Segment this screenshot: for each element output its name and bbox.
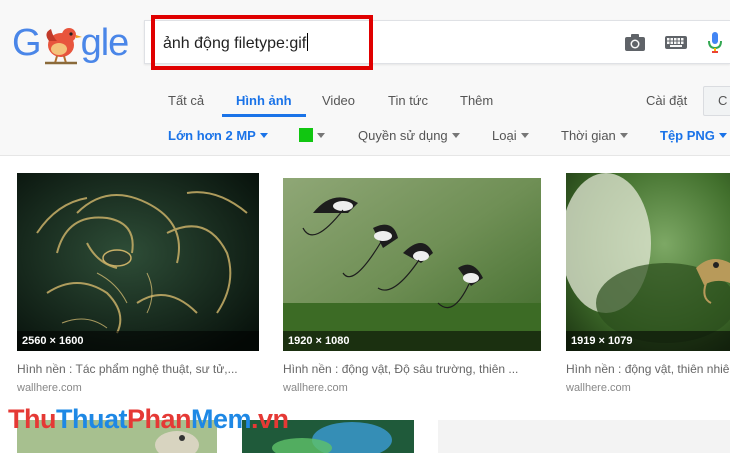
filter-size[interactable]: Lớn hơn 2 MP (168, 128, 268, 143)
image-dimensions-badge: 1920 × 1080 (283, 331, 541, 351)
logo-letters-gle: gle (80, 22, 130, 64)
microphone-icon[interactable] (703, 30, 727, 54)
chevron-down-icon (317, 133, 325, 138)
chevron-down-icon (619, 133, 628, 138)
watermark-part: Phan (126, 404, 192, 434)
tools-button[interactable]: C (703, 86, 730, 116)
filter-file-type-label: Tệp PNG (660, 128, 715, 143)
result-caption[interactable]: Hình nền : động vật, thiên nhiê (566, 362, 730, 376)
result-thumbnail-birds[interactable]: 1920 × 1080 (283, 178, 541, 351)
chevron-down-icon (451, 133, 460, 138)
bird-doodle-icon (39, 19, 83, 67)
keyboard-icon[interactable] (664, 30, 688, 54)
filter-type[interactable]: Loại (492, 128, 529, 143)
site-watermark: ThuThuatPhanMem.vn (8, 404, 289, 435)
image-result[interactable]: 1920 × 1080 Hình nền : động vật, Độ sâu … (283, 178, 541, 394)
filter-file-type[interactable]: Tệp PNG (660, 128, 727, 143)
watermark-part: .vn (251, 404, 289, 434)
tab-images[interactable]: Hình ảnh (236, 93, 292, 108)
result-source[interactable]: wallhere.com (17, 382, 259, 394)
active-tab-indicator (222, 114, 306, 117)
settings-link[interactable]: Cài đặt (646, 93, 687, 108)
google-doodle-logo[interactable]: G gle (12, 18, 137, 68)
filter-type-label: Loại (492, 128, 517, 143)
result-source[interactable]: wallhere.com (566, 382, 730, 394)
result-caption[interactable]: Hình nền : động vật, Độ sâu trường, thiê… (283, 362, 541, 376)
filter-size-label: Lớn hơn 2 MP (168, 128, 256, 143)
result-thumbnail-lion-art[interactable]: 2560 × 1600 (17, 173, 259, 351)
watermark-part: Thu (8, 404, 56, 434)
watermark-part: Mem (191, 404, 252, 434)
logo-letter-g: G (12, 22, 42, 64)
image-result[interactable]: 2560 × 1600 Hình nền : Tác phẩm nghệ thu… (17, 173, 259, 394)
result-caption[interactable]: Hình nền : Tác phẩm nghệ thuật, sư tử,..… (17, 362, 259, 376)
color-swatch (299, 128, 313, 142)
filter-time-label: Thời gian (561, 128, 616, 143)
tab-all[interactable]: Tất cả (168, 93, 204, 108)
result-source[interactable]: wallhere.com (283, 382, 541, 394)
chevron-down-icon (520, 133, 529, 138)
filter-time[interactable]: Thời gian (561, 128, 628, 143)
camera-icon[interactable] (623, 30, 647, 54)
filter-usage-rights[interactable]: Quyền sử dụng (358, 128, 460, 143)
filter-usage-rights-label: Quyền sử dụng (358, 128, 448, 143)
watermark-part: Thuat (55, 404, 128, 434)
chevron-down-icon (259, 133, 268, 138)
tab-videos[interactable]: Video (322, 93, 355, 108)
result-thumbnail-frog[interactable]: 1919 × 1079 (566, 173, 730, 351)
image-result[interactable]: 1919 × 1079 Hình nền : động vật, thiên n… (566, 173, 730, 394)
result-thumbnail-partial[interactable] (438, 420, 730, 453)
chevron-down-icon (718, 133, 727, 138)
search-query-highlight-box (151, 15, 373, 70)
tab-more[interactable]: Thêm (460, 93, 493, 108)
tab-news[interactable]: Tin tức (388, 93, 428, 108)
image-dimensions-badge: 2560 × 1600 (17, 331, 259, 351)
filter-color[interactable] (299, 128, 325, 143)
image-dimensions-badge: 1919 × 1079 (566, 331, 730, 351)
